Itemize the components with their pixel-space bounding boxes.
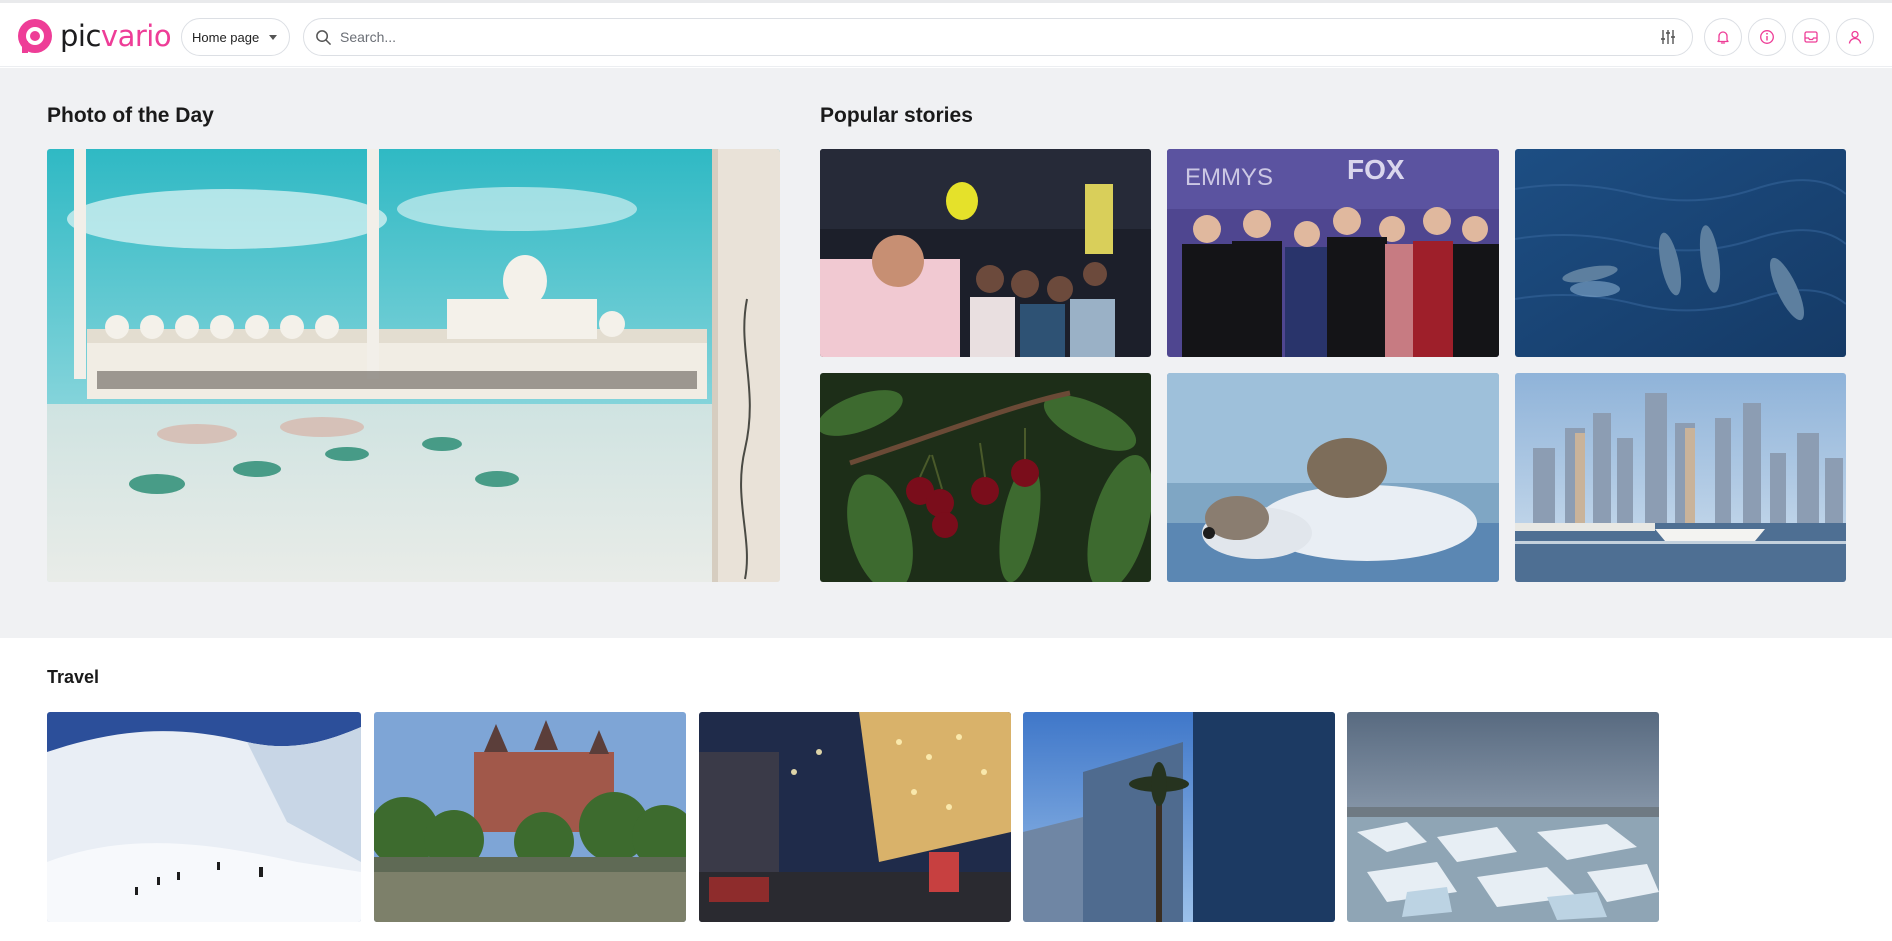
inbox-icon xyxy=(1804,31,1818,43)
top-navigation-bar: picvario Home page xyxy=(0,3,1892,67)
inbox-button[interactable] xyxy=(1792,18,1830,56)
page-selector-dropdown[interactable]: Home page xyxy=(181,18,290,56)
travel-photo-city-lights-street[interactable] xyxy=(699,712,1011,922)
picvario-logo[interactable]: picvario xyxy=(16,17,172,55)
svg-text:EMMYS: EMMYS xyxy=(1185,164,1273,191)
search-icon xyxy=(316,30,331,45)
popular-story-balloon-party[interactable] xyxy=(820,149,1151,357)
info-button[interactable] xyxy=(1748,18,1786,56)
popular-story-dolphins[interactable] xyxy=(1515,149,1846,357)
user-icon xyxy=(1848,30,1862,44)
popular-stories-heading: Popular stories xyxy=(820,104,973,127)
popular-story-emmys[interactable]: EMMYS FOX xyxy=(1167,149,1499,357)
page-selector-value: Home page xyxy=(192,29,260,45)
logo-text-pic: pic xyxy=(60,19,101,53)
filter-sliders-icon[interactable] xyxy=(1658,27,1678,47)
logo-text-vario: vario xyxy=(100,19,172,53)
travel-heading: Travel xyxy=(47,667,100,687)
logo-wordmark: picvario xyxy=(60,17,172,55)
travel-photo-castle-river[interactable] xyxy=(374,712,686,922)
popular-story-sleeping-puppies[interactable] xyxy=(1167,373,1499,582)
picvario-logo-mark-icon xyxy=(18,19,52,53)
featured-section: Photo of the Day Popular stories EMMYS F… xyxy=(0,68,1892,638)
search-bar xyxy=(303,18,1693,56)
photo-of-the-day-image[interactable] xyxy=(47,149,780,582)
popular-story-dubai-marina[interactable] xyxy=(1515,373,1846,582)
travel-photo-glass-towers-palm[interactable] xyxy=(1023,712,1335,922)
travel-section: Travel xyxy=(0,638,1892,941)
photo-of-the-day-heading: Photo of the Day xyxy=(47,104,214,127)
svg-text:FOX: FOX xyxy=(1347,154,1405,185)
travel-photo-ice-lagoon[interactable] xyxy=(1347,712,1659,922)
chevron-down-icon xyxy=(269,35,277,40)
popular-story-cherries[interactable] xyxy=(820,373,1151,582)
user-profile-button[interactable] xyxy=(1836,18,1874,56)
search-input[interactable] xyxy=(340,19,1600,55)
notifications-button[interactable] xyxy=(1704,18,1742,56)
info-icon xyxy=(1760,30,1774,44)
travel-photo-glacier-climbers[interactable] xyxy=(47,712,361,922)
bell-icon xyxy=(1717,31,1729,44)
